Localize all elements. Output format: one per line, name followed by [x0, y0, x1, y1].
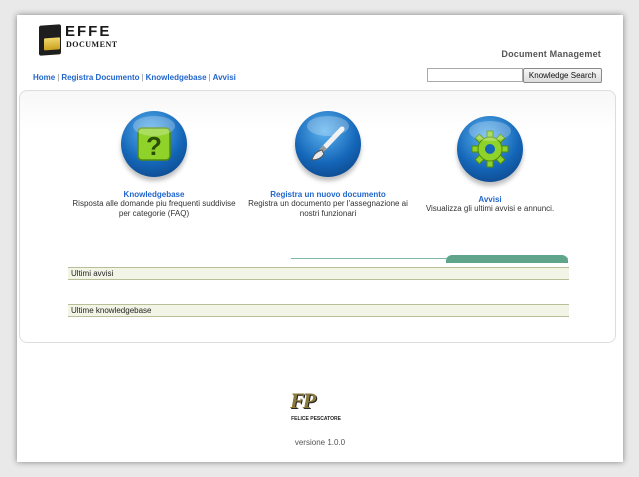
footer-logo-name: FELICE PESCATORE — [291, 416, 341, 422]
nav-separator: | — [57, 73, 60, 82]
avvisi-description: Visualizza gli ultimi avvisi e annunci. — [425, 204, 555, 213]
tab-strip — [291, 255, 568, 264]
paintbrush-icon[interactable] — [295, 111, 361, 177]
feature-knowledgebase: ? Knowledgebase Risposta alle domande pi… — [66, 111, 242, 218]
active-tab[interactable] — [446, 255, 568, 263]
version-text: versione 1.0.0 — [294, 438, 346, 447]
gear-icon[interactable] — [457, 116, 523, 182]
knowledgebase-link[interactable]: Knowledgebase — [66, 190, 242, 199]
svg-text:?: ? — [146, 131, 162, 161]
footer-logo-mark: FP — [290, 388, 316, 413]
feature-avvisi: Avvisi Visualizza gli ultimi avvisi e an… — [402, 116, 578, 214]
search-input[interactable] — [427, 68, 523, 82]
feature-registra-documento: Registra un nuovo documento Registra un … — [240, 111, 416, 218]
main-panel: ? Knowledgebase Risposta alle domande pi… — [19, 90, 616, 343]
felice-pescatore-logo: FP FELICE PESCATORE — [288, 388, 344, 428]
logo-title: EFFE — [65, 23, 112, 40]
logo-gold-block — [44, 37, 60, 51]
nav-home[interactable]: Home — [33, 73, 55, 82]
logo-emblem — [39, 24, 61, 56]
registra-documento-description: Registra un documento per l'assegnazione… — [248, 199, 408, 218]
nav-avvisi[interactable]: Avvisi — [213, 73, 236, 82]
ultimi-avvisi-header: Ultimi avvisi — [68, 267, 569, 280]
top-nav: Home | Registra Documento | Knowledgebase | Av… — [33, 73, 236, 82]
knowledge-search-button[interactable]: Knowledge Search — [523, 68, 602, 83]
page-frame: EFFE DOCUMENT Document Managemet Home | Re… — [17, 15, 623, 462]
nav-registra-documento[interactable]: Registra Documento — [61, 73, 139, 82]
nav-separator: | — [141, 73, 144, 82]
help-question-icon[interactable]: ? — [121, 111, 187, 177]
nav-knowledgebase[interactable]: Knowledgebase — [146, 73, 207, 82]
logo-subtitle: DOCUMENT — [66, 40, 118, 49]
nav-separator: | — [208, 73, 211, 82]
knowledgebase-description: Risposta alle domande piu frequenti sudd… — [72, 199, 236, 218]
ultime-knowledgebase-header: Ultime knowledgebase — [68, 304, 569, 317]
registra-documento-link[interactable]: Registra un nuovo documento — [240, 190, 416, 199]
avvisi-link[interactable]: Avvisi — [402, 195, 578, 204]
app-title: Document Managemet — [501, 49, 601, 59]
effe-document-logo[interactable]: EFFE DOCUMENT — [37, 23, 137, 57]
